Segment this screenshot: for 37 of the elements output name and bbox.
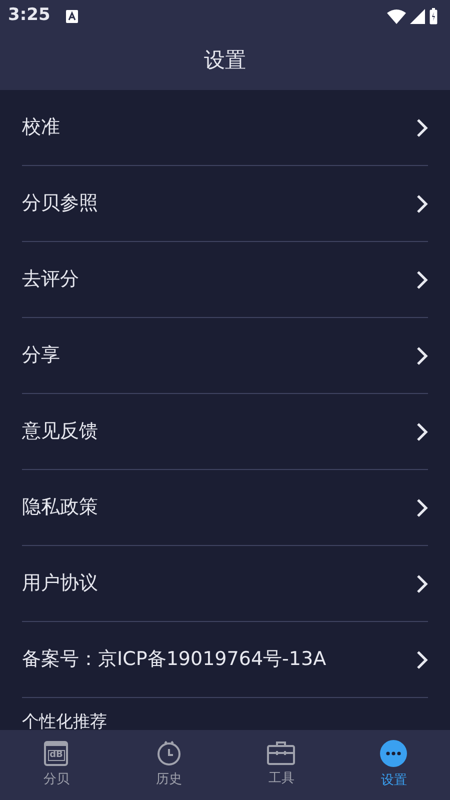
chevron-right-icon xyxy=(416,574,428,594)
nav-tab[interactable]: 工具 xyxy=(225,740,338,790)
chevron-right-icon xyxy=(416,118,428,138)
settings-row[interactable]: 意见反馈 xyxy=(22,394,428,470)
page-title: 设置 xyxy=(204,47,246,74)
row-label: 去评分 xyxy=(22,267,79,292)
clock-time: 3:25 xyxy=(8,4,50,28)
chevron-right-icon xyxy=(416,498,428,518)
chevron-right-icon xyxy=(416,346,428,366)
settings-row[interactable]: 分贝参照 xyxy=(22,166,428,242)
battery-icon xyxy=(429,8,438,24)
settings-row[interactable]: 去评分 xyxy=(22,242,428,318)
notification-icon xyxy=(66,10,78,22)
settings-row[interactable]: 校准 xyxy=(22,90,428,166)
toolbox-icon xyxy=(267,741,296,766)
more-icon xyxy=(380,740,408,767)
chevron-right-icon xyxy=(416,270,428,290)
row-label: 用户协议 xyxy=(22,571,98,596)
row-label: 分贝参照 xyxy=(22,191,98,216)
stopwatch-icon xyxy=(156,740,182,766)
settings-row[interactable]: 分享 xyxy=(22,318,428,394)
nav-tab[interactable]: 历史 xyxy=(112,739,225,791)
settings-row[interactable]: 用户协议 xyxy=(22,546,428,622)
chevron-right-icon xyxy=(416,194,428,214)
settings-row[interactable]: 备案号：京ICP备19019764号-13A xyxy=(22,622,428,698)
row-label: 校准 xyxy=(22,115,60,140)
chevron-right-icon xyxy=(416,650,428,670)
row-label: 隐私政策 xyxy=(22,495,98,520)
settings-row[interactable]: 隐私政策 xyxy=(22,470,428,546)
row-label: 分享 xyxy=(22,343,60,368)
wifi-icon xyxy=(387,8,406,24)
row-label: 意见反馈 xyxy=(22,419,98,444)
section-heading: 个性化推荐 xyxy=(22,711,108,730)
signal-icon xyxy=(410,8,425,24)
chevron-right-icon xyxy=(416,422,428,442)
nav-tab[interactable]: 设置 xyxy=(338,738,450,792)
row-label: 备案号：京ICP备19019764号-13A xyxy=(22,647,326,672)
